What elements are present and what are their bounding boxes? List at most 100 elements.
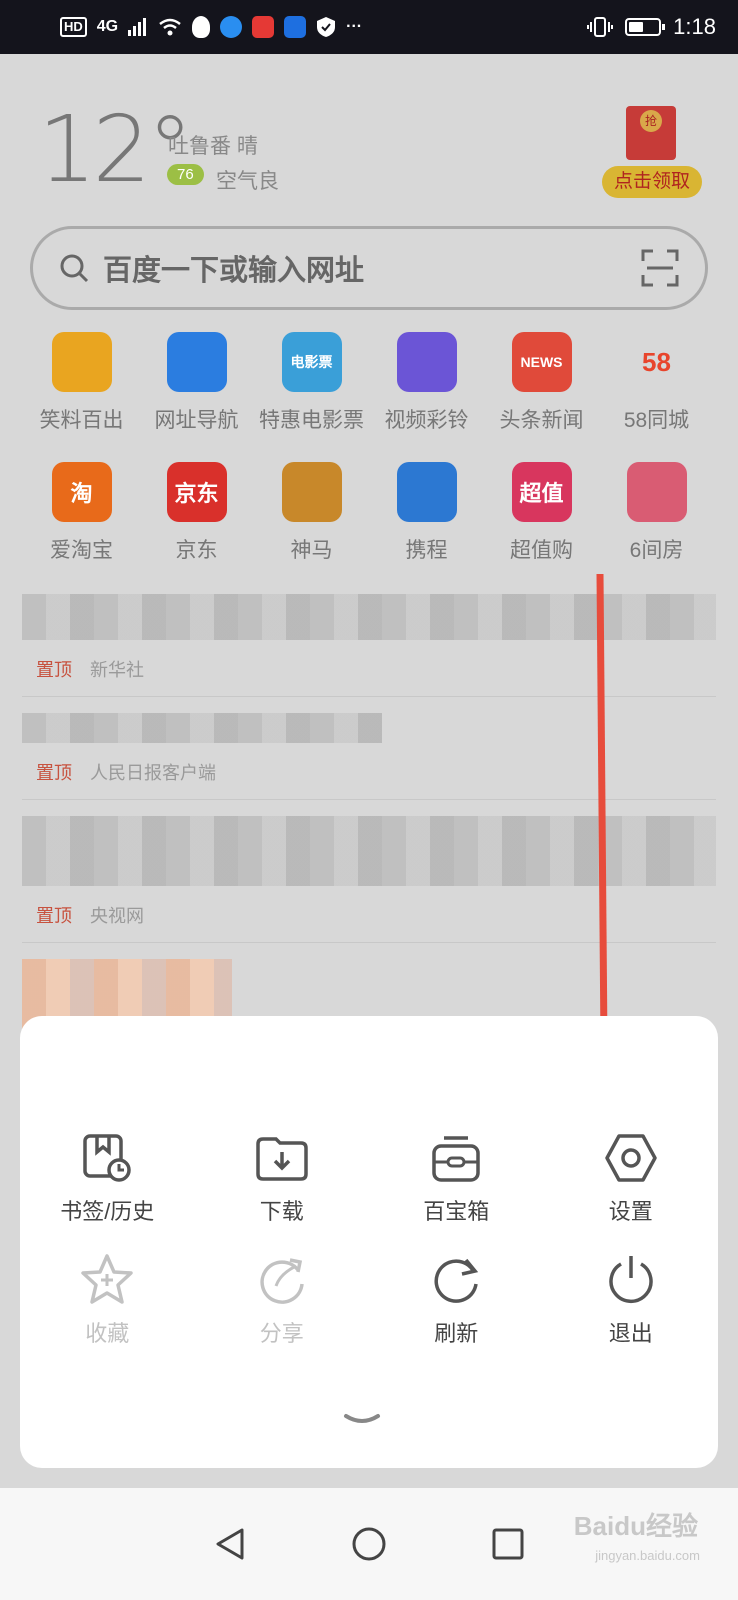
news-source: 新华社 [90,660,144,680]
super-deal-icon: 超值 [511,462,572,522]
power-icon [609,1256,653,1303]
menu-refresh[interactable]: 刷新 [369,1252,544,1348]
jd-icon: 京东 [166,462,227,522]
claim-button[interactable]: 点击领取 [602,166,702,198]
red-envelope-promo[interactable]: 抢 点击领取 [602,100,702,200]
search-bar[interactable]: 百度一下或输入网址 [30,226,708,310]
menu-bookmark-history[interactable]: 书签/历史 [20,1130,195,1226]
weather-city: 吐鲁番 晴 [168,135,258,158]
shortcut-label: 特惠电影票 [259,409,364,432]
vibrate-icon [587,17,614,37]
compass-icon [166,332,227,392]
battery-icon [625,18,666,36]
shield-icon [317,17,336,37]
bookmark-history-icon [83,1134,131,1182]
news-title-blurred[interactable] [22,713,382,743]
collapse-chevron-icon[interactable] [342,1410,382,1430]
clock: 1:18 [673,14,716,39]
news-icon: NEWS [511,332,572,392]
heart-app-icon [252,16,275,38]
aqi-badge: 76 [167,164,204,185]
shortcut-app[interactable]: 神马 [254,462,369,564]
shortcut-app[interactable]: 携程 [369,462,484,564]
signal-bars-icon [128,18,147,36]
star-plus-icon [81,1254,133,1304]
recents-icon[interactable] [490,1526,526,1562]
menu-label: 下载 [259,1199,304,1224]
shortcut-app[interactable]: 网址导航 [139,332,254,434]
shortcut-app[interactable]: 京东 京东 [139,462,254,564]
shortcut-app[interactable]: 视频彩铃 [369,332,484,434]
menu-settings[interactable]: 设置 [544,1130,719,1226]
baidu-watermark-url: jingyan.baidu.com [595,1548,700,1563]
shortcut-label: 网址导航 [154,409,239,432]
chat-app-icon [220,16,243,38]
shortcut-app[interactable]: 笑料百出 [24,332,139,434]
shortcut-app[interactable]: 淘爱淘宝 [24,462,139,564]
menu-label: 刷新 [434,1321,479,1346]
signal-indicator: 4G [96,18,119,35]
shortcut-label: 爱淘宝 [50,539,113,562]
taobao-icon: 淘 [51,462,112,522]
shortcut-label: 京东 [175,539,218,562]
shortcut-app[interactable]: 6间房 [599,462,714,564]
dolphin-icon [396,462,457,522]
menu-label: 收藏 [85,1321,130,1346]
menu-favorite[interactable]: 收藏 [20,1252,195,1348]
shortcut-app[interactable]: 超值 超值购 [484,462,599,564]
menu-label: 退出 [608,1321,653,1346]
shortcut-label: 视频彩铃 [384,409,469,432]
settings-hexagon-icon [605,1134,657,1182]
58-logo-icon: 58 [626,332,687,392]
hd-badge: HD [60,17,87,37]
movie-ticket-icon: 电影票 [281,332,342,392]
system-nav-bar [0,1488,738,1600]
shortcut-label: 笑料百出 [39,409,124,432]
shortcut-app[interactable]: 电影票 特惠电影票 [254,332,369,434]
menu-label: 百宝箱 [423,1199,490,1224]
shortcut-label: 6间房 [629,539,684,562]
pin-tag: 置顶 [36,906,72,926]
menu-grid: 书签/历史 下载 百宝箱 设置 收藏 分享 刷新 退出 [20,1130,718,1348]
browser-menu-sheet: 书签/历史 下载 百宝箱 设置 收藏 分享 刷新 退出 [20,1016,718,1468]
aqi-label: 空气良 [216,170,279,193]
news-source: 央视网 [90,906,144,926]
shortcut-grid: 笑料百出 网址导航 电影票 特惠电影票 视频彩铃 NEWS 头条新闻 58 58同城淘爱淘宝 京东… [24,332,714,564]
download-folder-icon [256,1137,308,1181]
6rooms-icon [626,462,687,522]
search-icon [60,254,89,283]
more-notifications: ··· [346,18,363,35]
shortcut-label: 超值购 [510,539,573,562]
wifi-icon [159,18,181,36]
shortcut-app[interactable]: 58 58同城 [599,332,714,434]
menu-label: 分享 [259,1321,304,1346]
shortcut-label: 神马 [290,539,333,562]
temperature: 12° [38,96,193,203]
menu-label: 设置 [608,1199,653,1224]
menu-toolbox[interactable]: 百宝箱 [369,1130,544,1226]
alpaca-icon [281,462,342,522]
home-icon[interactable] [351,1526,387,1562]
menu-exit[interactable]: 退出 [544,1252,719,1348]
baidu-watermark: Baidu经验 [573,1511,698,1541]
pin-tag: 置顶 [36,660,72,680]
refresh-icon [434,1258,479,1303]
menu-share[interactable]: 分享 [195,1252,370,1348]
bulb-app-icon [284,16,307,38]
status-bar: HD 4G ··· 1:18 [0,0,738,54]
laugh-face-icon [51,332,112,392]
shortcut-label: 58同城 [623,409,690,432]
share-icon [260,1258,304,1304]
shortcut-app[interactable]: NEWS 头条新闻 [484,332,599,434]
menu-label: 书签/历史 [60,1199,155,1224]
qq-icon [192,16,211,38]
shortcut-label: 头条新闻 [499,409,584,432]
search-placeholder: 百度一下或输入网址 [103,255,365,287]
red-envelope-seal: 抢 [640,110,662,132]
back-icon[interactable] [212,1526,248,1562]
pin-tag: 置顶 [36,763,72,783]
shortcut-label: 携程 [405,539,448,562]
toolbox-icon [432,1136,480,1182]
scan-icon[interactable] [641,249,679,287]
menu-download[interactable]: 下载 [195,1130,370,1226]
